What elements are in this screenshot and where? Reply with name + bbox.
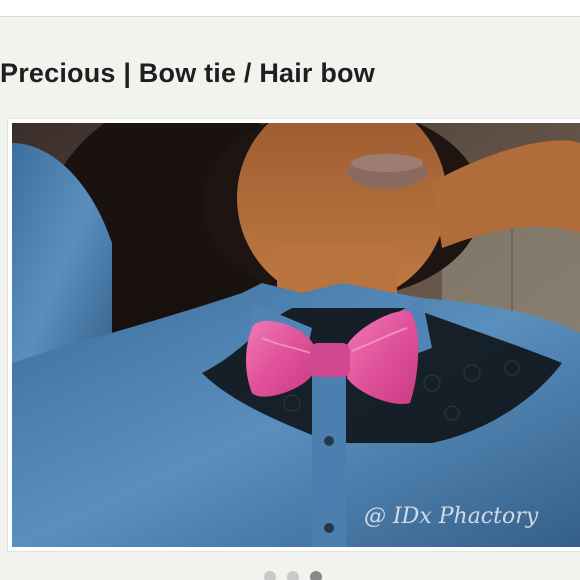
product-photo[interactable]: @ IDx Phactory — [12, 123, 580, 547]
product-page: Precious | Bow tie / Hair bow @ IDx Phac… — [0, 0, 580, 580]
photo-illustration: @ IDx Phactory — [12, 123, 580, 547]
carousel-dot[interactable] — [264, 571, 276, 580]
photo-watermark: @ IDx Phactory — [364, 504, 539, 529]
carousel-dot-active[interactable] — [310, 571, 322, 580]
product-photo-frame[interactable]: @ IDx Phactory — [8, 119, 580, 551]
carousel-dot[interactable] — [287, 571, 299, 580]
page-title: Precious | Bow tie / Hair bow — [0, 58, 375, 88]
carousel-indicator — [264, 571, 322, 580]
top-bar — [0, 0, 580, 17]
